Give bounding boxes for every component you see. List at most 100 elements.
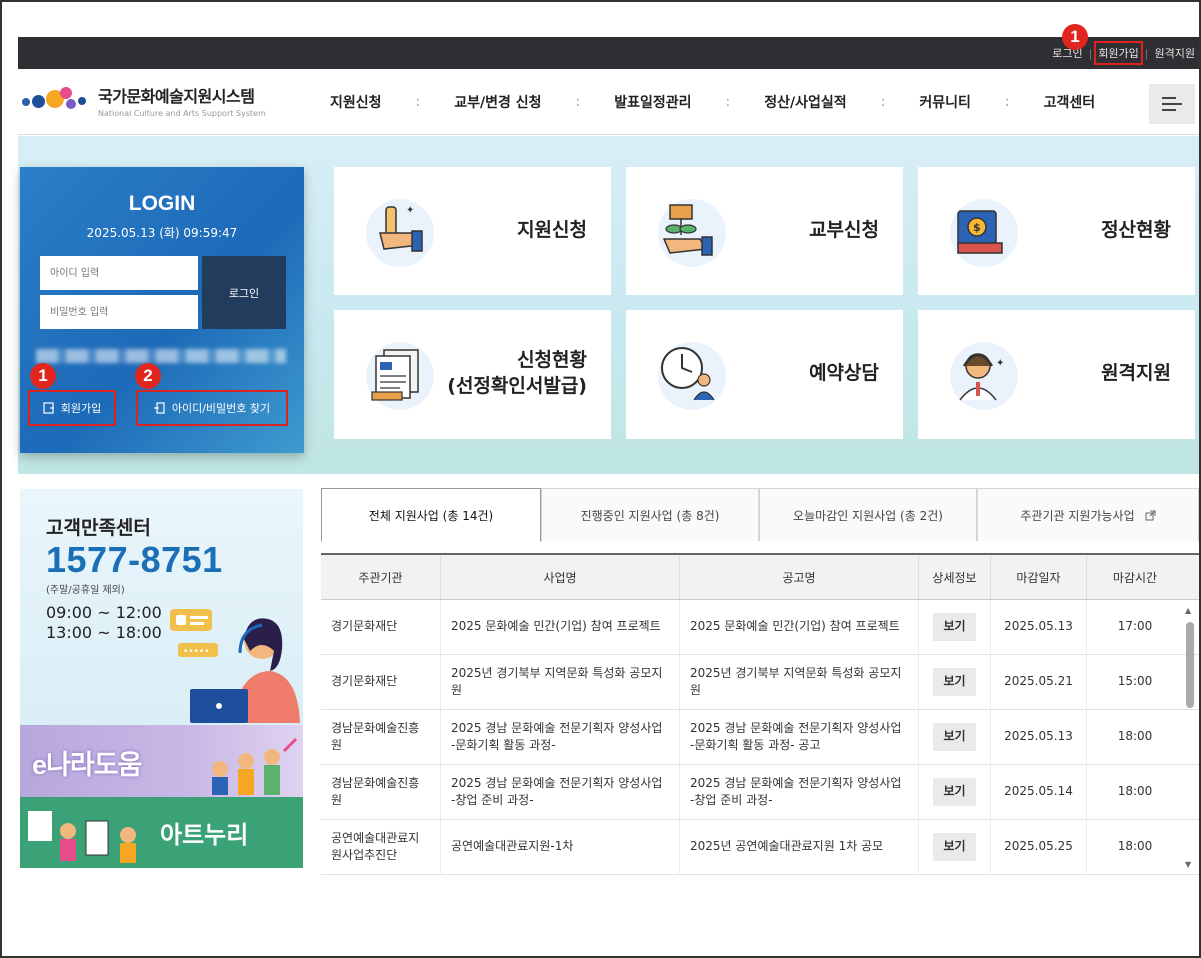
nav-apply[interactable]: 지원신청 — [330, 92, 382, 112]
cell-business: 2025 경남 문화예술 전문기획자 양성사업 -창업 준비 과정- — [441, 765, 680, 819]
artnuri-banner-label: 아트누리 — [160, 822, 249, 849]
cell-business: 2025 문화예술 민간(기업) 참여 프로젝트 — [441, 600, 680, 654]
scrollbar-thumb[interactable] — [1186, 622, 1194, 708]
password-input[interactable] — [40, 295, 198, 329]
find-button-label: 아이디/비밀번호 찾기 — [171, 402, 271, 415]
nav-community[interactable]: 커뮤니티 — [919, 92, 971, 112]
table-row: 경남문화예술진흥원 2025 경남 문화예술 전문기획자 양성사업 -창업 준비… — [321, 765, 1199, 820]
tile-reservation[interactable]: 예약상담 — [626, 310, 903, 439]
svg-text:✦: ✦ — [406, 205, 414, 216]
svg-text:✦: ✦ — [996, 358, 1004, 369]
cell-date: 2025.05.25 — [991, 820, 1087, 874]
cell-notice: 2025년 경기북부 지역문화 특성화 공모지원 — [680, 655, 919, 709]
tile-grant-label: 교부신청 — [809, 219, 879, 242]
scroll-down-arrow-icon[interactable]: ▼ — [1185, 860, 1191, 869]
logo-title: 국가문화예술지원시스템 — [98, 87, 255, 106]
cell-date: 2025.05.14 — [991, 765, 1087, 819]
customer-center-title: 고객만족센터 — [46, 517, 151, 539]
hamburger-menu-button[interactable] — [1149, 84, 1195, 124]
tab-closing-today[interactable]: 오늘마감인 지원사업 (총 2건) — [759, 488, 977, 541]
tile-settlement[interactable]: $ 정산현황 — [918, 167, 1195, 295]
cell-org: 경남문화예술진흥원 — [321, 710, 441, 764]
remote-support-link[interactable]: 원격지원 — [1155, 45, 1195, 61]
cell-org: 공연예술대관료지원사업추진단 — [321, 820, 441, 874]
th-business: 사업명 — [441, 555, 680, 599]
tile-application-status-label: 신청현황 (선정확인서발급) — [447, 310, 587, 438]
site-header: 국가문화예술지원시스템 National Culture and Arts Su… — [18, 69, 1199, 135]
tile-apply[interactable]: ✦ 지원신청 — [334, 167, 611, 295]
hamburger-icon — [1162, 97, 1182, 111]
table-scrollbar[interactable]: ▲ ▼ — [1183, 604, 1197, 876]
cell-time: 18:00 — [1117, 729, 1153, 744]
nav-customer-center[interactable]: 고객센터 — [1044, 92, 1096, 112]
headset-person-icon: ✦ — [950, 342, 1018, 410]
view-detail-button[interactable]: 보기 — [933, 778, 976, 806]
external-link-icon — [1145, 510, 1156, 520]
tab-all-programs[interactable]: 전체 지원사업 (총 14건) — [321, 488, 541, 542]
cell-org: 경기문화재단 — [321, 655, 441, 709]
hero-section: LOGIN 2025.05.13 (화) 09:59:47 로그인 회원가입 아… — [18, 136, 1199, 474]
find-id-password-button[interactable]: 아이디/비밀번호 찾기 — [136, 390, 288, 426]
logo-subtitle: National Culture and Arts Support System — [98, 109, 266, 118]
cell-time: 17:00 — [1117, 619, 1153, 634]
cell-business: 2025년 경기북부 지역문화 특성화 공모지원 — [441, 655, 680, 709]
site-logo[interactable]: 국가문화예술지원시스템 National Culture and Arts Su… — [18, 83, 266, 118]
id-input[interactable] — [40, 256, 198, 290]
login-panel: LOGIN 2025.05.13 (화) 09:59:47 로그인 회원가입 아… — [20, 167, 304, 453]
cell-time: 15:00 — [1117, 674, 1153, 689]
cell-business: 공연예술대관료지원-1차 — [441, 820, 680, 874]
current-datetime: 2025.05.13 (화) 09:59:47 — [86, 226, 238, 240]
hours-morning: 09:00 ~ 12:00 — [46, 603, 162, 622]
view-detail-button[interactable]: 보기 — [933, 723, 976, 751]
people-illustration-icon — [212, 737, 298, 795]
tab-ongoing-programs[interactable]: 진행중인 지원사업 (총 8건) — [541, 488, 759, 541]
signup-link[interactable]: 회원가입 — [1094, 41, 1143, 65]
marker-2-login: 2 — [135, 363, 161, 389]
top-utility-bar: 로그인 | 회원가입 | 원격지원 — [18, 37, 1199, 69]
scroll-up-arrow-icon[interactable]: ▲ — [1185, 606, 1191, 615]
enara-banner-label: e나라도움 — [32, 750, 142, 780]
cell-notice: 2025 경남 문화예술 전문기획자 양성사업 -창업 준비 과정- — [680, 765, 919, 819]
svg-text:$: $ — [973, 221, 981, 234]
marker-1-login: 1 — [30, 363, 56, 389]
view-detail-button[interactable]: 보기 — [933, 668, 976, 696]
signup-button[interactable]: 회원가입 — [28, 390, 116, 426]
hours-afternoon: 13:00 ~ 18:00 — [46, 623, 162, 642]
view-detail-button[interactable]: 보기 — [933, 833, 976, 861]
customer-center-panel: 고객만족센터 1577-8751 (주말/공휴일 제외) 09:00 ~ 12:… — [20, 489, 303, 725]
tile-settlement-label: 정산현황 — [1101, 219, 1171, 242]
tile-status-line2: (선정확인서발급) — [447, 375, 587, 397]
table-row: 경남문화예술진흥원 2025 경남 문화예술 전문기획자 양성사업 -문화기획 … — [321, 710, 1199, 765]
artists-illustration-icon — [28, 811, 136, 863]
hand-pen-icon: ✦ — [366, 199, 434, 267]
tile-status-line1: 신청현황 — [517, 349, 587, 372]
tab-host-available[interactable]: 주관기관 지원가능사업 — [977, 488, 1199, 541]
cell-business: 2025 경남 문화예술 전문기획자 양성사업 -문화기획 활동 과정- — [441, 710, 680, 764]
customer-center-phone: 1577-8751 — [46, 539, 223, 580]
login-button[interactable]: 로그인 — [202, 256, 286, 329]
key-icon — [153, 402, 165, 414]
artnuri-banner[interactable]: 아트누리 — [20, 797, 303, 868]
hand-plant-icon — [658, 199, 726, 267]
cell-notice: 2025 경남 문화예술 전문기획자 양성사업 -문화기획 활동 과정- 공고 — [680, 710, 919, 764]
tile-grant[interactable]: 교부신청 — [626, 167, 903, 295]
cell-date: 2025.05.21 — [991, 655, 1087, 709]
operator-illustration-icon — [190, 618, 300, 723]
view-detail-button[interactable]: 보기 — [933, 613, 976, 641]
main-navigation: 지원신청 : 교부/변경 신청 : 발표일정관리 : 정산/사업실적 : 커뮤니… — [330, 92, 1096, 112]
program-table: 주관기관 사업명 공고명 상세정보 마감일자 마감시간 경기문화재단 2025 … — [321, 553, 1199, 875]
th-org: 주관기관 — [321, 555, 441, 599]
cell-time: 18:00 — [1117, 839, 1153, 854]
tile-remote-support-label: 원격지원 — [1101, 362, 1171, 385]
th-notice: 공고명 — [680, 555, 919, 599]
tab-host-available-label: 주관기관 지원가능사업 — [1020, 508, 1135, 523]
nav-settlement[interactable]: 정산/사업실적 — [764, 92, 846, 112]
nav-schedule[interactable]: 발표일정관리 — [614, 92, 691, 112]
nav-grant-change[interactable]: 교부/변경 신청 — [454, 92, 541, 112]
enara-banner[interactable]: e나라도움 — [20, 725, 303, 797]
tile-application-status[interactable]: 신청현황 (선정확인서발급) — [334, 310, 611, 439]
th-deadline-date: 마감일자 — [991, 555, 1087, 599]
tile-reservation-label: 예약상담 — [809, 362, 879, 385]
tile-remote-support[interactable]: ✦ 원격지원 — [918, 310, 1195, 439]
th-deadline-time: 마감시간 — [1112, 570, 1158, 585]
